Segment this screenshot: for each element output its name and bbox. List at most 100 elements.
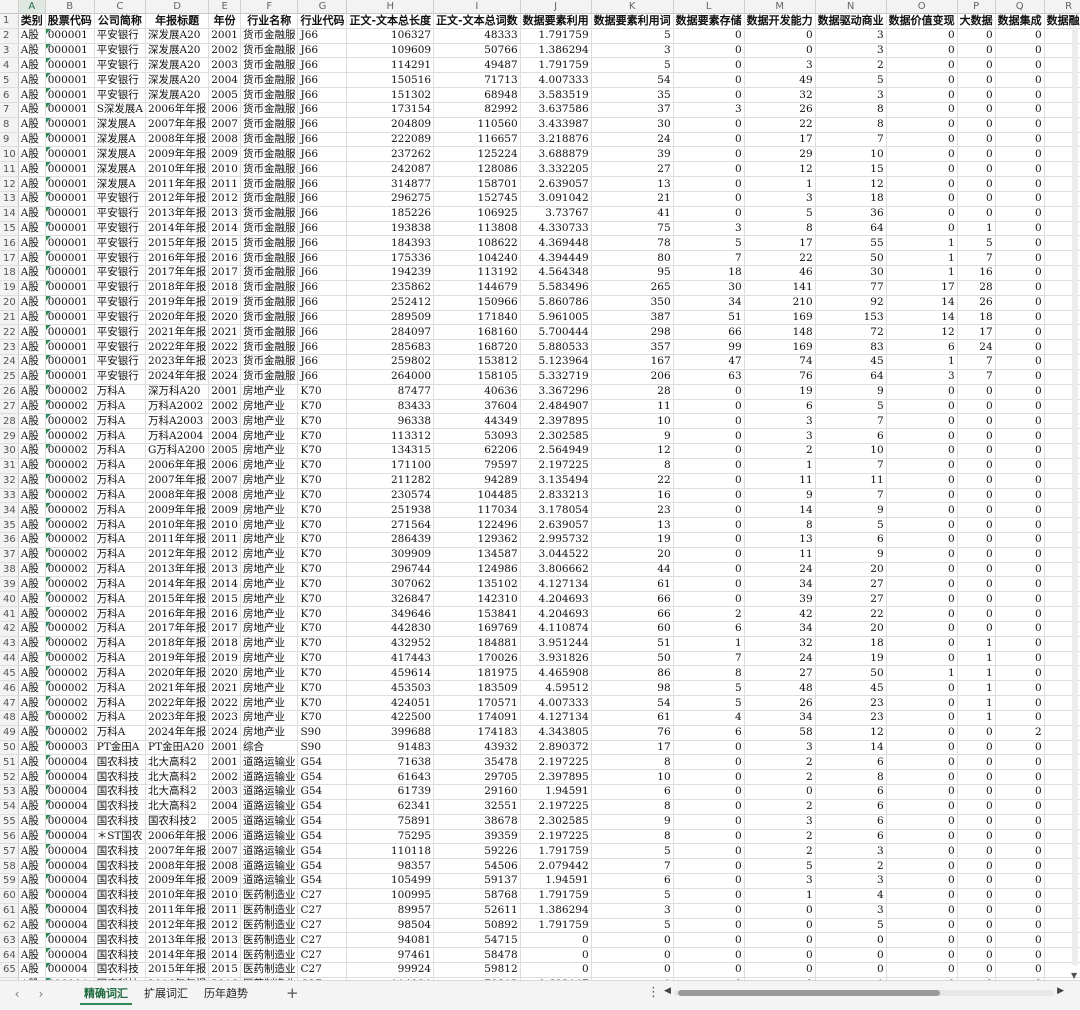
cell[interactable]: 3.433987	[520, 117, 592, 133]
cell[interactable]: 2019	[208, 295, 241, 311]
cell[interactable]: 20	[815, 621, 887, 637]
cell[interactable]: 296744	[346, 562, 435, 578]
cell[interactable]: 货币金融服	[240, 265, 299, 281]
cell[interactable]: 14	[744, 502, 816, 519]
cell[interactable]: 道路运输业	[240, 754, 299, 771]
cell[interactable]: A股	[18, 740, 46, 756]
row-number[interactable]: 62	[0, 918, 19, 934]
cell[interactable]: 259802	[346, 354, 435, 370]
cell[interactable]: 房地产业	[240, 488, 299, 504]
cell[interactable]: 61	[591, 710, 674, 726]
cell[interactable]: A股	[18, 784, 46, 800]
cell[interactable]: J66	[297, 295, 348, 311]
cell[interactable]: 000001	[45, 132, 95, 148]
cell[interactable]: 国农科技	[94, 947, 147, 963]
cell[interactable]: 9	[815, 547, 887, 563]
cell[interactable]: 2013	[208, 206, 241, 222]
cell[interactable]: 183509	[433, 680, 521, 697]
cell[interactable]: K70	[297, 428, 348, 445]
cell[interactable]: 医药制造业	[240, 932, 299, 949]
cell[interactable]: 7	[957, 250, 996, 267]
cell[interactable]: 17	[744, 235, 816, 252]
cell[interactable]: 0	[673, 591, 745, 608]
cell[interactable]: 1.791759	[520, 57, 592, 74]
cell[interactable]: 2.197225	[520, 458, 592, 474]
cell[interactable]: G万科A200	[145, 443, 210, 459]
cell[interactable]: 房地产业	[240, 428, 299, 445]
cell[interactable]: 22	[815, 606, 887, 622]
cell[interactable]: 0	[995, 250, 1045, 267]
cell[interactable]: 19	[744, 384, 816, 400]
cell[interactable]: 0	[995, 784, 1045, 800]
cell[interactable]: 80	[591, 250, 674, 267]
cell[interactable]: 万科A	[94, 562, 147, 578]
cell[interactable]: 房地产业	[240, 576, 299, 593]
row-number[interactable]: 33	[0, 488, 19, 504]
cell[interactable]: 60	[591, 621, 674, 637]
cell[interactable]: 12	[744, 161, 816, 178]
cell[interactable]: 2015年年报	[145, 591, 210, 608]
cell[interactable]: 0	[886, 680, 958, 697]
cell[interactable]: 99	[673, 339, 745, 356]
cell[interactable]: 房地产业	[240, 532, 299, 548]
cell[interactable]: 0	[995, 621, 1045, 637]
cell[interactable]: 3.218876	[520, 132, 592, 148]
cell[interactable]: 货币金融服	[240, 57, 299, 74]
select-all-corner[interactable]	[0, 0, 19, 14]
cell[interactable]: 0	[957, 591, 996, 608]
cell[interactable]: 0	[886, 28, 958, 44]
column-title-cell[interactable]: 年份	[208, 13, 241, 29]
cell[interactable]: A股	[18, 57, 46, 74]
cell[interactable]: 货币金融服	[240, 72, 299, 89]
cell[interactable]: 0	[957, 43, 996, 59]
cell[interactable]: 13	[591, 517, 674, 533]
cell[interactable]: 78	[591, 235, 674, 252]
cell[interactable]: 0	[995, 57, 1045, 74]
cell[interactable]: 45	[815, 354, 887, 370]
cell[interactable]: 0	[995, 769, 1045, 786]
cell[interactable]: 0	[673, 117, 745, 133]
cell[interactable]: A股	[18, 280, 46, 296]
cell[interactable]: 30	[815, 265, 887, 281]
cell[interactable]: 000001	[45, 339, 95, 356]
cell[interactable]: 2.079442	[520, 858, 592, 875]
cell[interactable]: 387	[591, 310, 674, 326]
cell[interactable]: 医药制造业	[240, 918, 299, 934]
cell[interactable]: 货币金融服	[240, 176, 299, 192]
cell[interactable]: 2011年年报	[145, 903, 210, 919]
column-header[interactable]: B	[45, 0, 95, 14]
cell[interactable]: 50	[591, 651, 674, 667]
cell[interactable]: A股	[18, 117, 46, 133]
cell[interactable]: 122496	[433, 517, 521, 533]
cell[interactable]: A股	[18, 176, 46, 192]
cell[interactable]: 0	[957, 858, 996, 875]
cell[interactable]: A股	[18, 710, 46, 726]
cell[interactable]: K70	[297, 695, 348, 711]
cell[interactable]: 64	[815, 221, 887, 237]
cell[interactable]: 000002	[45, 532, 95, 548]
cell[interactable]: 2008年年报	[145, 132, 210, 148]
cell[interactable]: 0	[995, 814, 1045, 830]
cell[interactable]: 0	[995, 547, 1045, 563]
row-number[interactable]: 46	[0, 680, 19, 697]
cell[interactable]: 3.951244	[520, 636, 592, 652]
cell[interactable]: A股	[18, 146, 46, 163]
column-header[interactable]: G	[297, 0, 348, 14]
cell[interactable]: 0	[995, 651, 1045, 667]
cell[interactable]: 医药制造业	[240, 903, 299, 919]
cell[interactable]: 74	[744, 354, 816, 370]
cell[interactable]: 0	[886, 473, 958, 489]
cell[interactable]: A股	[18, 636, 46, 652]
cell[interactable]: 0	[886, 888, 958, 904]
cell[interactable]: 2014年年报	[145, 576, 210, 593]
cell[interactable]: 北大高科2	[145, 799, 210, 815]
cell[interactable]: 2020年年报	[145, 665, 210, 682]
cell[interactable]: 68948	[433, 87, 521, 103]
cell[interactable]: 8	[744, 221, 816, 237]
cell[interactable]: 0	[886, 413, 958, 430]
cell[interactable]: 0	[673, 532, 745, 548]
cell[interactable]: 37604	[433, 399, 521, 415]
cell[interactable]: G54	[297, 858, 348, 875]
cell[interactable]: 12	[815, 176, 887, 192]
cell[interactable]: 4	[673, 710, 745, 726]
